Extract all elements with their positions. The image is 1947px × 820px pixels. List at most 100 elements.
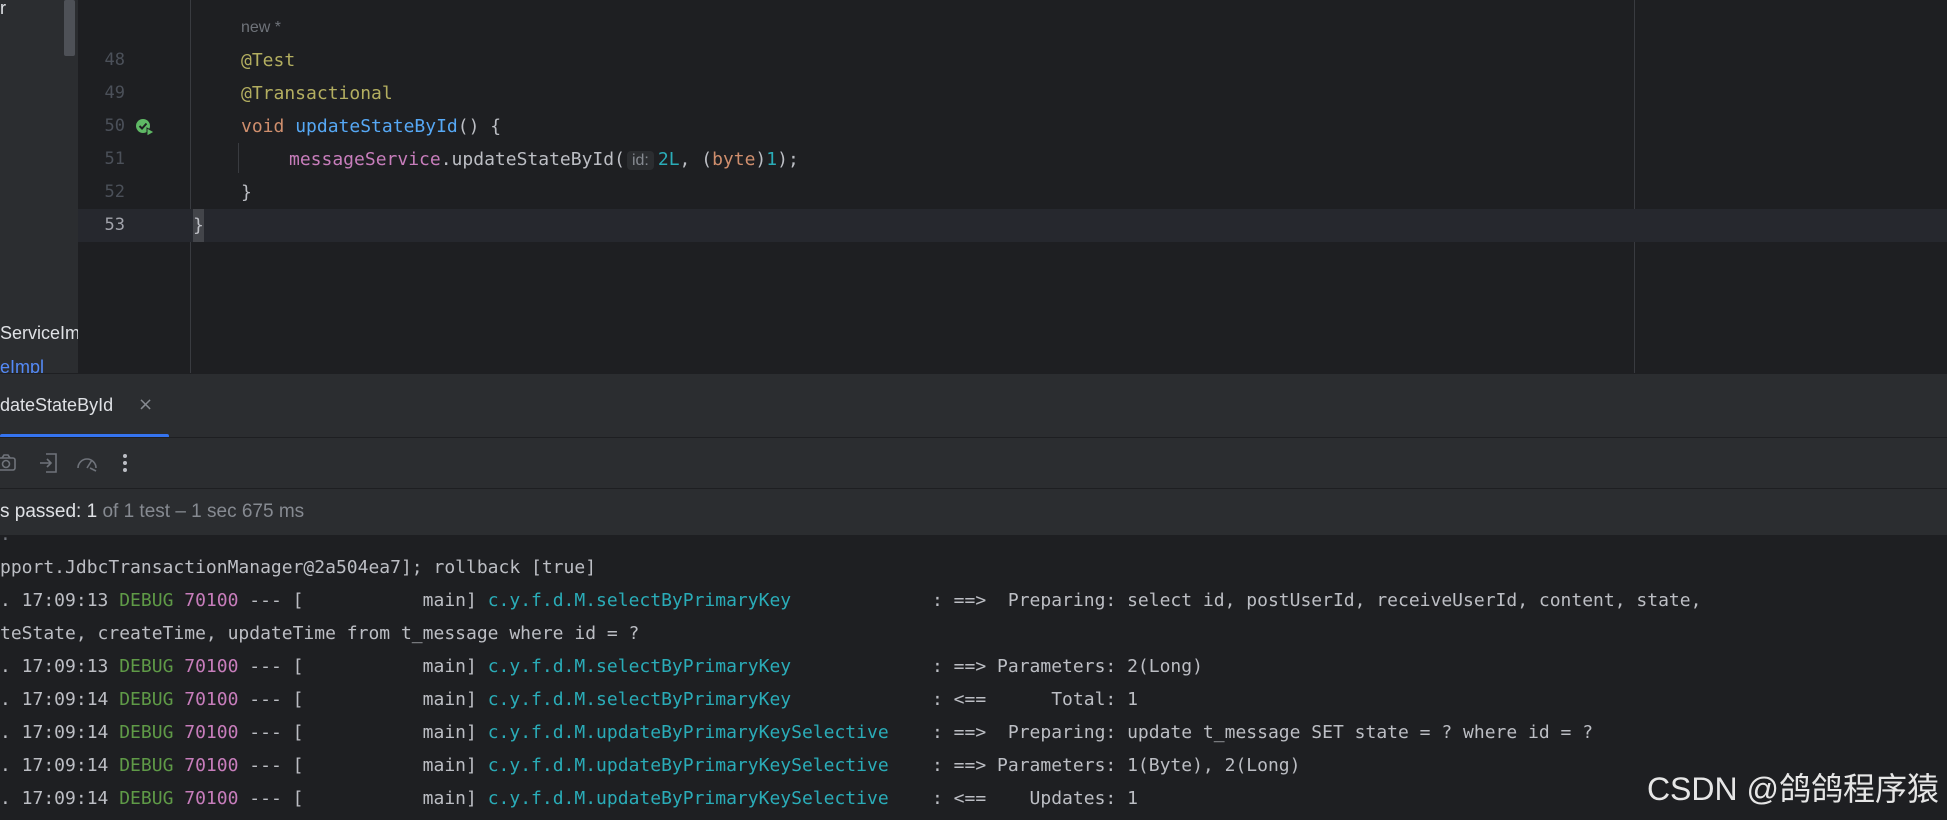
console-line: . 17:09:14 DEBUG 70100 --- [ main] c.y.f… bbox=[0, 749, 1300, 782]
console-line: . 17:09:14 DEBUG 70100 --- [ main] c.y.f… bbox=[0, 716, 1593, 749]
author-hint-line: new * bbox=[78, 11, 1947, 44]
log-level: DEBUG bbox=[119, 689, 174, 710]
log-logger-link[interactable]: c.y.f.d.M.updateByPrimaryKeySelective bbox=[488, 788, 921, 809]
log-thread: --- [ main] bbox=[238, 722, 488, 743]
console-line-clipped: . bbox=[0, 536, 11, 551]
log-level: DEBUG bbox=[119, 590, 174, 611]
field-reference[interactable]: messageService bbox=[289, 149, 441, 170]
log-level: DEBUG bbox=[119, 656, 174, 677]
code-text: @Transactional bbox=[241, 83, 393, 104]
log-time: . 17:09:14 bbox=[0, 755, 120, 776]
run-test-passed-icon[interactable] bbox=[135, 117, 155, 137]
cast-keyword: byte bbox=[712, 149, 756, 170]
log-pid: 70100 bbox=[173, 590, 239, 611]
line-number: 53 bbox=[104, 215, 125, 235]
log-pid: 70100 bbox=[173, 656, 239, 677]
project-panel: r ServiceIm eImpl bbox=[0, 0, 78, 373]
tests-passed-count: s passed: 1 bbox=[0, 501, 98, 522]
project-tree-item[interactable]: ServiceIm bbox=[0, 323, 78, 344]
log-logger-link[interactable]: c.y.f.d.M.selectByPrimaryKey bbox=[488, 689, 921, 710]
code-line-49[interactable]: 49 @Transactional bbox=[78, 77, 1947, 110]
log-time: . 17:09:14 bbox=[0, 722, 120, 743]
log-pid: 70100 bbox=[173, 788, 239, 809]
camera-icon[interactable] bbox=[0, 451, 18, 475]
console-line: teState, createTime, updateTime from t_m… bbox=[0, 617, 639, 650]
keyword-void: void bbox=[241, 116, 285, 137]
log-pid: 70100 bbox=[173, 722, 239, 743]
log-thread: --- [ main] bbox=[238, 689, 488, 710]
log-logger-link[interactable]: c.y.f.d.M.selectByPrimaryKey bbox=[488, 590, 921, 611]
project-tree-fragment[interactable]: r bbox=[0, 0, 6, 19]
test-status-bar: s passed: 1 of 1 test – 1 sec 675 ms bbox=[0, 488, 1947, 536]
code-punct: () { bbox=[457, 116, 502, 137]
code-line-51[interactable]: 51 messageService.updateStateById(id: 2L,… bbox=[78, 143, 1947, 176]
number-literal: 2L bbox=[657, 149, 680, 170]
log-thread: --- [ main] bbox=[238, 656, 488, 677]
tab-label: dateStateById bbox=[0, 395, 114, 415]
log-message: : ==> Preparing: update t_message SET st… bbox=[921, 722, 1594, 743]
more-options-icon[interactable] bbox=[113, 451, 137, 475]
run-toolbar bbox=[0, 437, 1947, 488]
log-pid: 70100 bbox=[173, 689, 239, 710]
import-tests-icon[interactable] bbox=[37, 451, 61, 475]
line-number: 48 bbox=[104, 50, 125, 70]
console-line: . 17:09:14 DEBUG 70100 --- [ main] c.y.f… bbox=[0, 782, 1138, 815]
line-number: 50 bbox=[104, 116, 125, 136]
log-logger-link[interactable]: c.y.f.d.M.updateByPrimaryKeySelective bbox=[488, 722, 921, 743]
code-punct: ); bbox=[777, 149, 799, 170]
code-punct: , ( bbox=[679, 149, 713, 170]
log-thread: --- [ main] bbox=[238, 788, 488, 809]
code-line-52[interactable]: 52 } bbox=[78, 176, 1947, 209]
coverage-gauge-icon[interactable] bbox=[75, 451, 99, 475]
log-time: . 17:09:13 bbox=[0, 590, 120, 611]
method-name[interactable]: updateStateById bbox=[295, 116, 458, 137]
log-time: . 17:09:14 bbox=[0, 689, 120, 710]
log-thread: --- [ main] bbox=[238, 755, 488, 776]
code-line-48[interactable]: 48 @Test bbox=[78, 44, 1947, 77]
number-literal: 1 bbox=[766, 149, 778, 170]
line-number: 49 bbox=[104, 83, 125, 103]
code-editor[interactable]: new * 48 @Test 49 @Transactional 50 void… bbox=[78, 0, 1947, 373]
code-line-53[interactable]: 53 } bbox=[78, 209, 1947, 242]
console-text: teState, createTime, updateTime from t_m… bbox=[0, 623, 640, 644]
log-message: : ==> Parameters: 2(Long) bbox=[921, 656, 1203, 677]
log-level: DEBUG bbox=[119, 722, 174, 743]
close-icon[interactable]: × bbox=[138, 394, 153, 415]
run-tab-bar: dateStateById × bbox=[0, 373, 1947, 438]
code-text: messageService.updateStateById(id: 2L, (b… bbox=[289, 143, 799, 177]
tab-run-configuration[interactable]: dateStateById × bbox=[0, 374, 169, 438]
code-line-50[interactable]: 50 void updateStateById() { bbox=[78, 110, 1947, 143]
matched-brace: } bbox=[193, 209, 204, 242]
log-logger-link[interactable]: c.y.f.d.M.updateByPrimaryKeySelective bbox=[488, 755, 921, 776]
csdn-watermark: CSDN @鸽鸽程序猿 bbox=[1646, 771, 1939, 807]
console-line: pport.JdbcTransactionManager@2a504ea7]; … bbox=[0, 551, 596, 584]
log-message: : ==> Parameters: 1(Byte), 2(Long) bbox=[921, 755, 1301, 776]
code-text: void updateStateById() { bbox=[241, 110, 501, 143]
line-number: 52 bbox=[104, 182, 125, 202]
code-text: } bbox=[241, 182, 252, 203]
log-message: : <== Total: 1 bbox=[921, 689, 1138, 710]
project-scrollbar[interactable] bbox=[64, 0, 75, 56]
parameter-inlay-hint: id: bbox=[626, 151, 654, 170]
method-call[interactable]: .updateStateById( bbox=[441, 149, 625, 170]
log-pid: 70100 bbox=[173, 755, 239, 776]
project-tree-item[interactable]: eImpl bbox=[0, 357, 44, 373]
line-number: 51 bbox=[104, 149, 125, 169]
code-punct: ) bbox=[755, 149, 767, 170]
log-logger-link[interactable]: c.y.f.d.M.selectByPrimaryKey bbox=[488, 656, 921, 677]
code-text: @Test bbox=[241, 50, 296, 71]
console-line: . 17:09:13 DEBUG 70100 --- [ main] c.y.f… bbox=[0, 584, 1701, 617]
log-level: DEBUG bbox=[119, 788, 174, 809]
console-line: . 17:09:14 DEBUG 70100 --- [ main] c.y.f… bbox=[0, 683, 1138, 716]
author-hint[interactable]: new * bbox=[241, 11, 281, 44]
console-line: . 17:09:13 DEBUG 70100 --- [ main] c.y.f… bbox=[0, 650, 1203, 683]
log-level: DEBUG bbox=[119, 755, 174, 776]
tests-duration: of 1 test – 1 sec 675 ms bbox=[97, 501, 305, 522]
console-text: pport.JdbcTransactionManager@2a504ea7]; … bbox=[0, 557, 597, 578]
log-time: . 17:09:13 bbox=[0, 656, 120, 677]
log-message: : <== Updates: 1 bbox=[921, 788, 1138, 809]
test-status-text: s passed: 1 of 1 test – 1 sec 675 ms bbox=[0, 501, 304, 523]
code-text: } bbox=[193, 209, 204, 242]
log-thread: --- [ main] bbox=[238, 590, 488, 611]
log-message: : ==> Preparing: select id, postUserId, … bbox=[921, 590, 1702, 611]
